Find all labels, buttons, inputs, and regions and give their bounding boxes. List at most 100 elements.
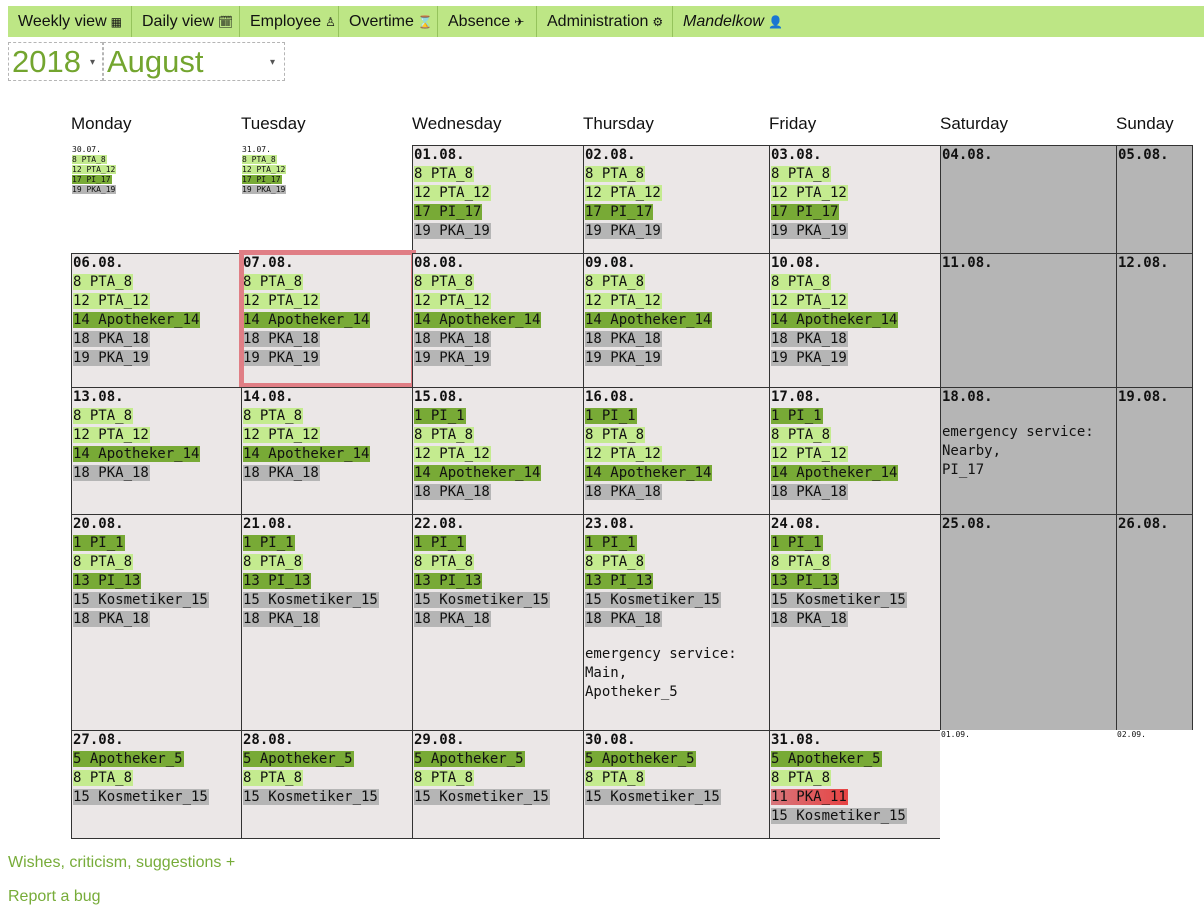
calendar-day-cell[interactable]: 23.08. 1 PI_1 8 PTA_8 13 PI_13 15 Kosmetiker… <box>583 514 770 731</box>
shift-entry[interactable]: 13 PI_13 <box>72 572 241 591</box>
calendar-day-cell[interactable]: 22.08. 1 PI_1 8 PTA_8 13 PI_13 15 Kosmetiker… <box>412 514 584 731</box>
shift-entry[interactable]: 14 Apotheker_14 <box>584 464 769 483</box>
calendar-day-cell[interactable]: 13.08. 8 PTA_8 12 PTA_12 14 Apotheker_14 18 … <box>71 387 242 515</box>
calendar-day-cell[interactable]: 19.08. <box>1116 387 1193 515</box>
calendar-day-cell[interactable]: 05.08. <box>1116 145 1193 254</box>
shift-entry[interactable]: 13 PI_13 <box>413 572 583 591</box>
shift-entry[interactable]: 1 PI_1 <box>770 407 940 426</box>
shift-entry[interactable]: 19 PKA_19 <box>413 222 583 241</box>
shift-entry[interactable]: 12 PTA_12 <box>71 165 242 175</box>
shift-entry[interactable]: 8 PTA_8 <box>584 553 769 572</box>
month-select[interactable]: August ▾ <box>103 42 285 81</box>
shift-entry[interactable]: 17 PI_17 <box>584 203 769 222</box>
nav-administration[interactable]: Administration ⚙ <box>537 6 672 37</box>
shift-entry[interactable]: 8 PTA_8 <box>584 769 769 788</box>
shift-entry[interactable]: 8 PTA_8 <box>584 273 769 292</box>
shift-entry[interactable]: 15 Kosmetiker_15 <box>242 591 412 610</box>
shift-entry[interactable]: 19 PKA_19 <box>71 185 242 195</box>
shift-entry[interactable]: 18 PKA_18 <box>242 464 412 483</box>
shift-entry[interactable]: 8 PTA_8 <box>242 407 412 426</box>
shift-entry[interactable]: 8 PTA_8 <box>584 426 769 445</box>
feedback-link[interactable]: Wishes, criticism, suggestions + <box>8 854 235 872</box>
shift-entry[interactable]: 8 PTA_8 <box>242 553 412 572</box>
calendar-day-cell[interactable]: 06.08. 8 PTA_8 12 PTA_12 14 Apotheker_14 18 … <box>71 253 242 388</box>
shift-entry[interactable]: 18 PKA_18 <box>413 610 583 629</box>
shift-entry[interactable]: 18 PKA_18 <box>72 610 241 629</box>
shift-entry[interactable]: 8 PTA_8 <box>770 553 940 572</box>
shift-entry[interactable]: 12 PTA_12 <box>770 445 940 464</box>
calendar-day-cell[interactable]: 21.08. 1 PI_1 8 PTA_8 13 PI_13 15 Kosmetiker… <box>241 514 413 731</box>
year-select[interactable]: 2018 ▾ <box>8 42 103 81</box>
shift-entry[interactable]: 8 PTA_8 <box>770 165 940 184</box>
shift-entry[interactable]: 18 PKA_18 <box>770 330 940 349</box>
shift-entry[interactable]: 18 PKA_18 <box>584 483 769 502</box>
shift-entry[interactable]: 19 PKA_19 <box>584 349 769 368</box>
shift-entry[interactable]: 18 PKA_18 <box>413 330 583 349</box>
shift-entry[interactable]: 19 PKA_19 <box>72 349 241 368</box>
shift-entry[interactable]: 12 PTA_12 <box>72 426 241 445</box>
calendar-day-cell[interactable]: 16.08. 1 PI_1 8 PTA_8 12 PTA_12 14 Apotheker… <box>583 387 770 515</box>
shift-entry[interactable]: 5 Apotheker_5 <box>770 750 940 769</box>
shift-entry[interactable]: 8 PTA_8 <box>72 407 241 426</box>
calendar-day-cell[interactable]: 04.08. <box>940 145 1117 254</box>
shift-entry[interactable]: 8 PTA_8 <box>413 769 583 788</box>
shift-entry[interactable]: 8 PTA_8 <box>770 769 940 788</box>
calendar-day-cell[interactable]: 20.08. 1 PI_1 8 PTA_8 13 PI_13 15 Kosmetiker… <box>71 514 242 731</box>
calendar-day-cell[interactable]: 28.08. 5 Apotheker_5 8 PTA_8 15 Kosmetiker_… <box>241 730 413 839</box>
shift-entry[interactable]: 12 PTA_12 <box>413 445 583 464</box>
report-bug-link[interactable]: Report a bug <box>8 888 101 906</box>
shift-entry[interactable]: 8 PTA_8 <box>413 426 583 445</box>
shift-entry[interactable]: 15 Kosmetiker_15 <box>242 788 412 807</box>
shift-entry[interactable]: 18 PKA_18 <box>72 330 241 349</box>
shift-entry[interactable]: 17 PI_17 <box>770 203 940 222</box>
shift-entry[interactable]: 5 Apotheker_5 <box>584 750 769 769</box>
shift-entry[interactable]: 8 PTA_8 <box>72 553 241 572</box>
shift-entry[interactable]: 1 PI_1 <box>413 534 583 553</box>
shift-entry[interactable]: 18 PKA_18 <box>770 483 940 502</box>
shift-entry[interactable]: 12 PTA_12 <box>413 184 583 203</box>
shift-entry[interactable]: 19 PKA_19 <box>413 349 583 368</box>
shift-entry[interactable]: 13 PI_13 <box>584 572 769 591</box>
shift-entry[interactable]: 14 Apotheker_14 <box>770 311 940 330</box>
shift-entry[interactable]: 12 PTA_12 <box>770 184 940 203</box>
shift-entry[interactable]: 8 PTA_8 <box>242 769 412 788</box>
calendar-day-cell[interactable]: 10.08. 8 PTA_8 12 PTA_12 14 Apotheker_14 18 … <box>769 253 941 388</box>
calendar-day-cell[interactable]: 31.08. 5 Apotheker_5 8 PTA_8 11 PKA_11 15 Ko… <box>769 730 941 839</box>
shift-entry[interactable]: 14 Apotheker_14 <box>72 311 241 330</box>
shift-entry[interactable]: 8 PTA_8 <box>584 165 769 184</box>
calendar-day-cell[interactable]: 30.08. 5 Apotheker_5 8 PTA_8 15 Kosmetiker_… <box>583 730 770 839</box>
shift-entry[interactable]: 12 PTA_12 <box>584 184 769 203</box>
calendar-day-cell[interactable]: 11.08. <box>940 253 1117 388</box>
shift-entry[interactable]: 14 Apotheker_14 <box>584 311 769 330</box>
shift-entry[interactable]: 1 PI_1 <box>413 407 583 426</box>
nav-daily-view[interactable]: Daily view 🗓 <box>132 6 239 37</box>
shift-entry[interactable]: 1 PI_1 <box>242 534 412 553</box>
calendar-day-outside-month[interactable]: 31.07. 8 PTA_8 12 PTA_12 17 PI_17 19 PKA_19 <box>241 145 413 254</box>
calendar-day-cell[interactable]: 09.08. 8 PTA_8 12 PTA_12 14 Apotheker_14 18 … <box>583 253 770 388</box>
shift-entry[interactable]: 14 Apotheker_14 <box>242 445 412 464</box>
shift-entry[interactable]: 1 PI_1 <box>770 534 940 553</box>
shift-entry[interactable]: 19 PKA_19 <box>584 222 769 241</box>
shift-entry[interactable]: 8 PTA_8 <box>413 273 583 292</box>
shift-entry[interactable]: 17 PI_17 <box>71 175 242 185</box>
shift-entry[interactable]: 12 PTA_12 <box>770 292 940 311</box>
calendar-day-cell[interactable]: 14.08. 8 PTA_8 12 PTA_12 14 Apotheker_14 18 … <box>241 387 413 515</box>
shift-entry[interactable]: 18 PKA_18 <box>242 610 412 629</box>
calendar-day-cell[interactable]: 08.08. 8 PTA_8 12 PTA_12 14 Apotheker_14 18 … <box>412 253 584 388</box>
shift-entry[interactable]: 1 PI_1 <box>584 534 769 553</box>
shift-entry[interactable]: 18 PKA_18 <box>72 464 241 483</box>
shift-entry[interactable]: 15 Kosmetiker_15 <box>72 591 241 610</box>
shift-entry[interactable]: 12 PTA_12 <box>241 165 413 175</box>
shift-entry[interactable]: 15 Kosmetiker_15 <box>770 807 940 826</box>
shift-entry[interactable]: 5 Apotheker_5 <box>72 750 241 769</box>
calendar-day-cell[interactable]: 27.08. 5 Apotheker_5 8 PTA_8 15 Kosmetiker_… <box>71 730 242 839</box>
shift-entry[interactable]: 14 Apotheker_14 <box>413 311 583 330</box>
shift-entry[interactable]: 18 PKA_18 <box>413 483 583 502</box>
shift-entry[interactable]: 8 PTA_8 <box>72 769 241 788</box>
calendar-day-cell[interactable]: 01.08. 8 PTA_8 12 PTA_12 17 PI_17 19 PKA_19 <box>412 145 584 254</box>
shift-entry[interactable]: 15 Kosmetiker_15 <box>413 788 583 807</box>
nav-employee[interactable]: Employee ♙ <box>240 6 338 37</box>
shift-entry[interactable]: 19 PKA_19 <box>241 185 413 195</box>
shift-entry[interactable]: 11 PKA_11 <box>770 788 940 807</box>
calendar-day-outside-month[interactable]: 30.07. 8 PTA_8 12 PTA_12 17 PI_17 19 PKA_19 <box>71 145 242 254</box>
